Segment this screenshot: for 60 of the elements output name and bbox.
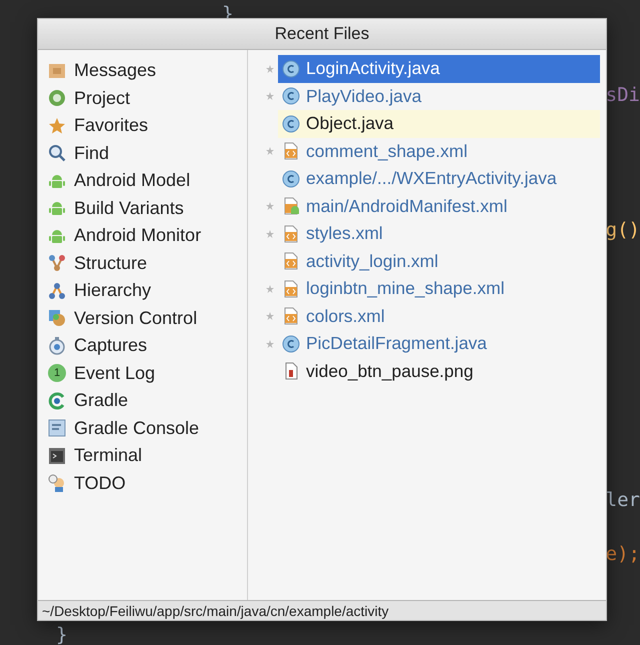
recent-file-item[interactable]: loginbtn_mine_shape.xml [278, 275, 600, 302]
recent-file-item[interactable]: main/AndroidManifest.xml [278, 192, 600, 220]
android-icon [48, 199, 66, 218]
recent-file-item[interactable]: LoginActivity.java [278, 55, 600, 82]
recent-file-item[interactable]: PicDetailFragment.java [278, 330, 600, 358]
popup-title: Recent Files [38, 19, 606, 50]
tool-window-item[interactable]: 1 Event Log [38, 360, 247, 387]
gradle-icon [48, 392, 66, 410]
tool-window-item[interactable]: Structure [38, 250, 247, 277]
tool-window-item[interactable]: Captures [38, 332, 247, 360]
tool-window-item[interactable]: Messages [38, 57, 247, 84]
tool-window-item[interactable]: Project [38, 84, 247, 112]
tool-window-item[interactable]: Find [38, 140, 247, 167]
stopwatch-icon [48, 336, 66, 355]
code-text: sDi [606, 84, 640, 106]
recent-file-item[interactable]: colors.xml [278, 302, 600, 330]
class-icon [282, 170, 300, 188]
todo-icon [48, 474, 66, 492]
class-icon [282, 114, 300, 133]
star-icon [48, 116, 66, 135]
recent-file-item[interactable]: video_btn_pause.png [278, 358, 600, 385]
xml-file-icon [282, 142, 300, 160]
project-icon [48, 89, 66, 108]
hierarchy-icon [48, 282, 66, 300]
tool-window-item[interactable]: Gradle Console [38, 414, 247, 442]
recent-file-item[interactable]: styles.xml [278, 220, 600, 248]
class-icon [282, 334, 300, 353]
tool-window-item[interactable]: Favorites [38, 112, 247, 140]
messages-icon [48, 62, 66, 80]
file-path: ~/Desktop/Feiliwu/app/src/main/java/cn/example/activity [38, 600, 606, 620]
tool-window-item[interactable]: Version Control [38, 304, 247, 332]
terminal-icon [48, 446, 66, 465]
code-text: e); [606, 542, 640, 564]
xml-file-icon [282, 224, 300, 243]
xml-file-icon [282, 280, 300, 298]
code-text: } [56, 624, 68, 645]
class-icon [282, 87, 300, 106]
tool-window-item[interactable]: Hierarchy [38, 277, 247, 304]
xml-file-icon [282, 252, 300, 270]
console-icon [48, 419, 66, 438]
tool-window-item[interactable]: Terminal [38, 442, 247, 470]
recent-file-item[interactable]: example/.../WXEntryActivity.java [278, 165, 600, 192]
recent-file-item[interactable]: comment_shape.xml [278, 138, 600, 165]
tool-window-item[interactable]: TODO [38, 470, 247, 497]
recent-file-item[interactable]: Object.java [278, 110, 600, 138]
recent-file-item[interactable]: PlayVideo.java [278, 82, 600, 110]
recent-file-item[interactable]: activity_login.xml [278, 248, 600, 275]
tool-window-item[interactable]: Android Model [38, 167, 247, 194]
manifest-file-icon [282, 197, 300, 216]
code-text: ler [606, 488, 640, 510]
tool-window-item[interactable]: Gradle [38, 387, 247, 414]
code-text: g() [606, 218, 640, 240]
tool-window-item[interactable]: Android Monitor [38, 222, 247, 250]
tool-window-item[interactable]: Build Variants [38, 194, 247, 222]
search-icon [48, 144, 66, 162]
structure-icon [48, 254, 66, 272]
xml-file-icon [282, 307, 300, 326]
version-control-icon [48, 309, 66, 328]
event-log-badge: 1 [48, 364, 66, 382]
class-icon [282, 60, 300, 78]
